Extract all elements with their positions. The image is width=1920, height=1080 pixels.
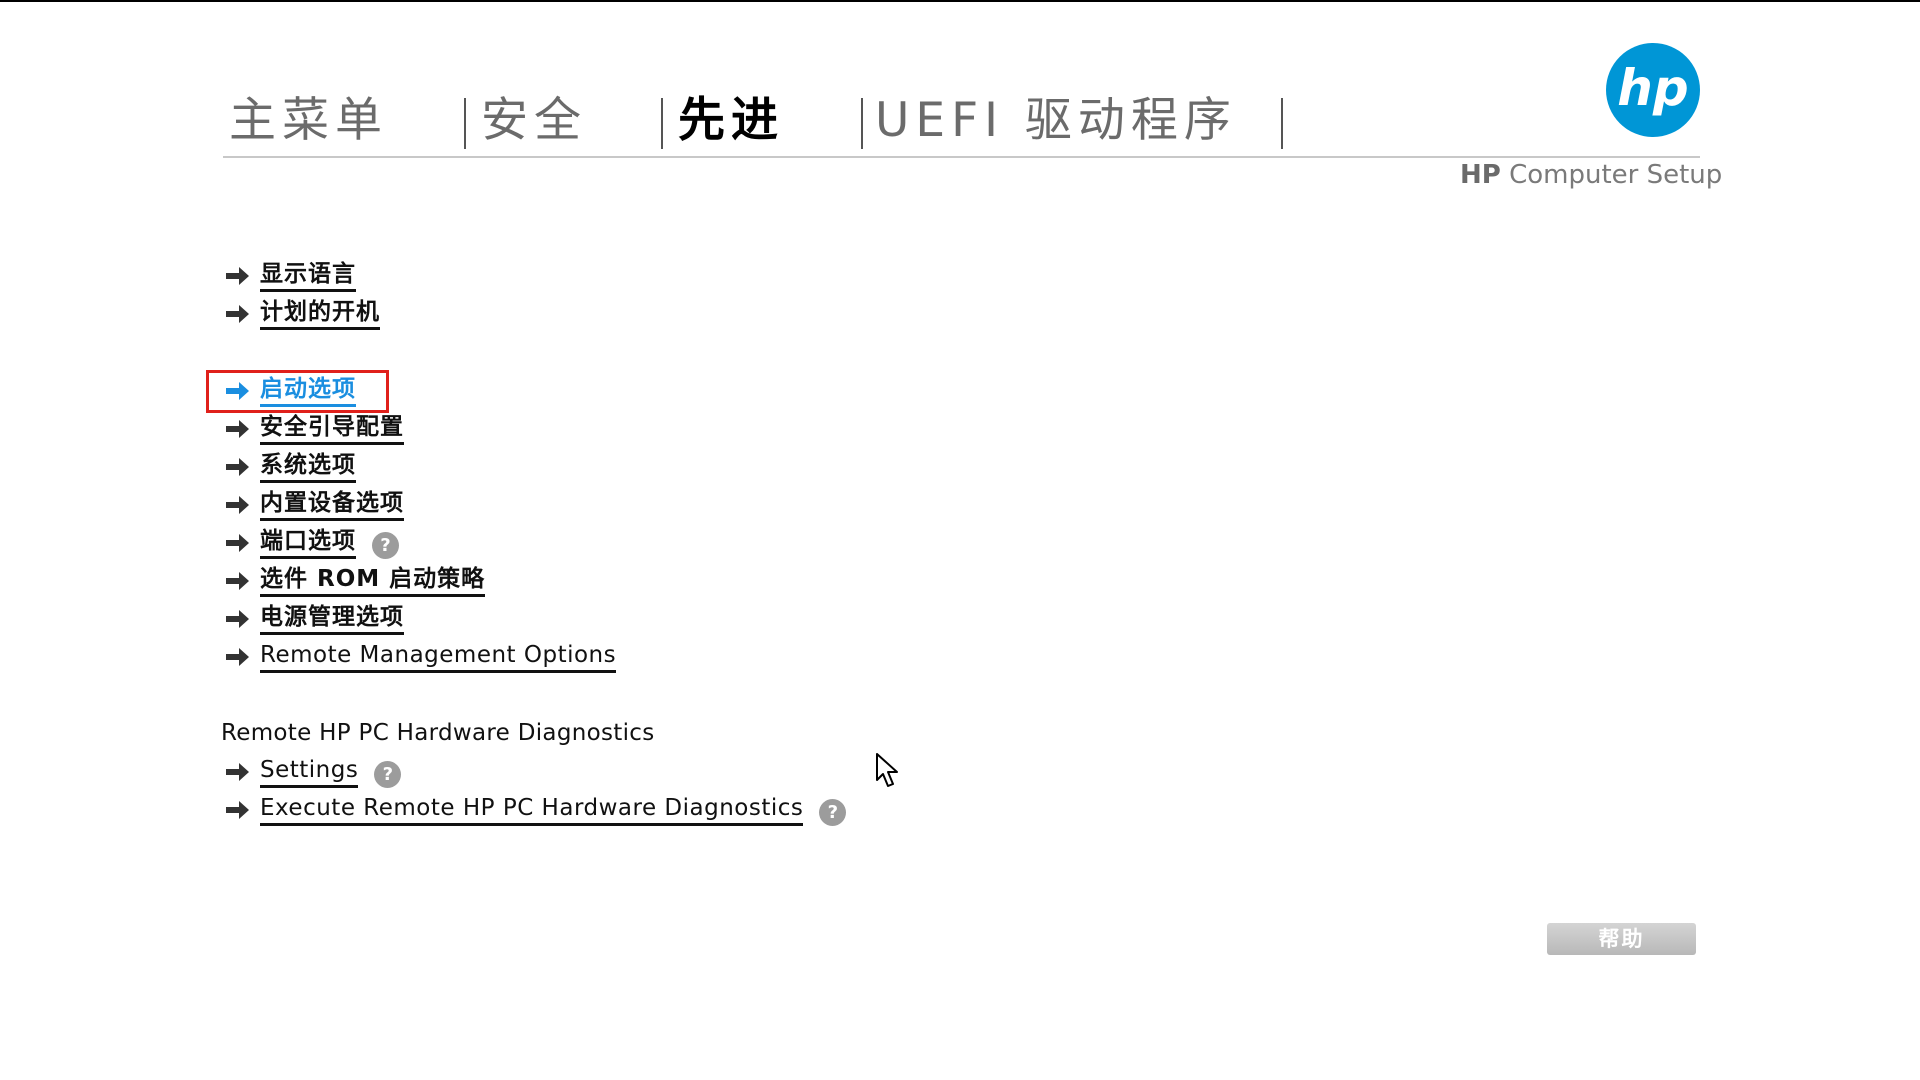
question-mark-icon[interactable]: ? xyxy=(374,760,402,788)
menu-label[interactable]: 端口选项 xyxy=(260,528,356,559)
arrow-right-icon xyxy=(226,610,249,628)
menu-item-display-language[interactable]: 显示语言 xyxy=(226,258,356,294)
menu-item-system-options[interactable]: 系统选项 xyxy=(226,449,356,485)
brand-caption: HP Computer Setup xyxy=(1460,160,1722,190)
help-button[interactable]: 帮助 xyxy=(1547,923,1696,955)
arrow-right-icon xyxy=(226,534,249,552)
menu-label[interactable]: Execute Remote HP PC Hardware Diagnostic… xyxy=(260,795,804,826)
menu-item-option-rom-launch-policy[interactable]: 选件 ROM 启动策略 xyxy=(226,563,486,599)
brand-caption-text: Computer Setup xyxy=(1509,160,1723,190)
arrow-right-icon xyxy=(226,572,249,590)
question-mark-icon[interactable]: ? xyxy=(819,798,847,826)
menu-item-diagnostics-settings[interactable]: Settings ? xyxy=(226,754,402,790)
arrow-right-icon xyxy=(226,801,249,819)
tab-separator xyxy=(464,98,466,149)
tab-uefi-drivers[interactable]: UEFI 驱动程序 xyxy=(875,88,1237,154)
menu-item-built-in-device-options[interactable]: 内置设备选项 xyxy=(226,487,404,523)
menu-label[interactable]: 计划的开机 xyxy=(260,299,380,330)
menu-label[interactable]: 内置设备选项 xyxy=(260,490,404,521)
menu-label[interactable]: Settings xyxy=(260,757,359,788)
tab-separator xyxy=(861,98,863,149)
arrow-right-icon xyxy=(226,267,249,285)
menu-item-remote-management-options[interactable]: Remote Management Options xyxy=(226,639,617,675)
diagnostics-section-heading: Remote HP PC Hardware Diagnostics xyxy=(221,720,655,746)
arrow-right-icon xyxy=(226,382,249,400)
hp-logo-text: hp xyxy=(1617,59,1688,117)
menu-label[interactable]: 选件 ROM 启动策略 xyxy=(260,566,486,597)
menu-item-boot-options[interactable]: 启动选项 xyxy=(226,373,356,409)
menu-item-power-management-options[interactable]: 电源管理选项 xyxy=(226,601,404,637)
menu-label[interactable]: Remote Management Options xyxy=(260,642,617,673)
menu-label[interactable]: 系统选项 xyxy=(260,452,356,483)
menu-label[interactable]: 启动选项 xyxy=(260,376,356,407)
arrow-right-icon xyxy=(226,648,249,666)
menu-item-port-options[interactable]: 端口选项 ? xyxy=(226,525,399,561)
mouse-pointer-icon xyxy=(876,753,898,787)
tab-bar: 主菜单 安全 先进 UEFI 驱动程序 xyxy=(223,88,1285,154)
menu-label[interactable]: 电源管理选项 xyxy=(260,604,404,635)
brand-bold: HP xyxy=(1460,160,1501,190)
menu-item-secure-boot-config[interactable]: 安全引导配置 xyxy=(226,411,404,447)
tab-separator xyxy=(661,98,663,149)
tab-main-menu[interactable]: 主菜单 xyxy=(229,88,388,154)
menu-item-scheduled-power-on[interactable]: 计划的开机 xyxy=(226,296,380,332)
top-edge-line xyxy=(0,0,1920,2)
tab-separator xyxy=(1281,98,1283,149)
arrow-right-icon xyxy=(226,496,249,514)
arrow-right-icon xyxy=(226,458,249,476)
tab-advanced[interactable]: 先进 xyxy=(678,88,784,154)
bios-setup-screen: 主菜单 安全 先进 UEFI 驱动程序 hp HP Computer Setup… xyxy=(0,0,1920,1080)
arrow-right-icon xyxy=(226,305,249,323)
tab-security[interactable]: 安全 xyxy=(481,88,587,154)
menu-label[interactable]: 显示语言 xyxy=(260,261,356,292)
menu-label[interactable]: 安全引导配置 xyxy=(260,414,404,445)
question-mark-icon[interactable]: ? xyxy=(372,531,399,559)
arrow-right-icon xyxy=(226,763,249,781)
tabs-underline xyxy=(223,156,1700,158)
arrow-right-icon xyxy=(226,420,249,438)
menu-item-execute-diagnostics[interactable]: Execute Remote HP PC Hardware Diagnostic… xyxy=(226,792,847,828)
hp-logo-icon: hp xyxy=(1606,43,1700,137)
